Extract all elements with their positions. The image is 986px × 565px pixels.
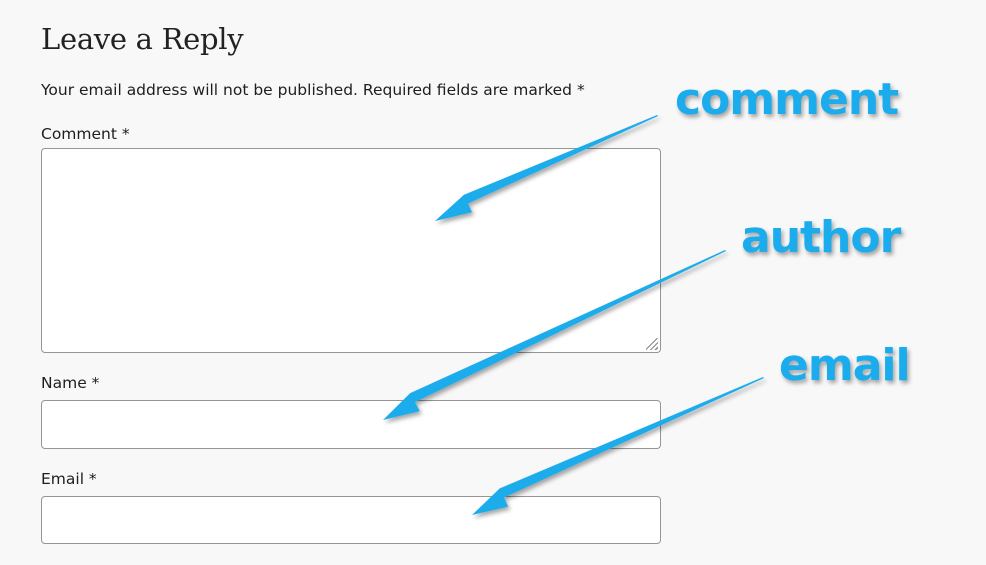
author-arrow [383,250,726,420]
email-arrow [472,377,764,515]
annotation-email-label: email [779,340,911,391]
annotation-comment-label: comment [675,74,899,125]
comment-arrow [435,115,658,221]
annotation-author-label: author [741,212,901,263]
